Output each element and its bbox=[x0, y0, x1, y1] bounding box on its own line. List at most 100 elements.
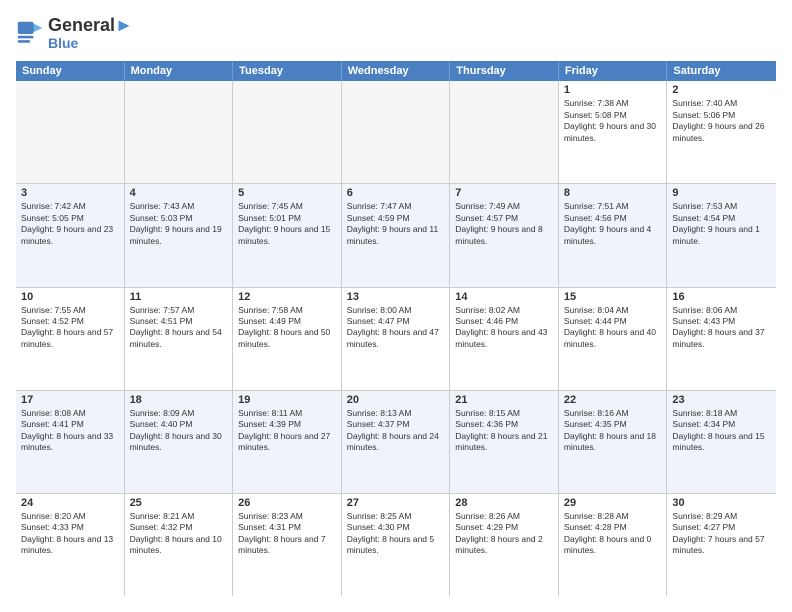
day-number: 15 bbox=[564, 291, 662, 303]
day-info: Sunrise: 8:02 AM Sunset: 4:46 PM Dayligh… bbox=[455, 305, 553, 351]
day-info: Sunrise: 7:58 AM Sunset: 4:49 PM Dayligh… bbox=[238, 305, 336, 351]
day-cell-30: 30Sunrise: 8:29 AM Sunset: 4:27 PM Dayli… bbox=[667, 494, 776, 596]
day-number: 11 bbox=[130, 291, 228, 303]
day-number: 24 bbox=[21, 497, 119, 509]
day-number: 12 bbox=[238, 291, 336, 303]
day-number: 20 bbox=[347, 394, 445, 406]
day-cell-18: 18Sunrise: 8:09 AM Sunset: 4:40 PM Dayli… bbox=[125, 391, 234, 493]
day-info: Sunrise: 8:21 AM Sunset: 4:32 PM Dayligh… bbox=[130, 511, 228, 557]
calendar: SundayMondayTuesdayWednesdayThursdayFrid… bbox=[16, 61, 776, 596]
day-info: Sunrise: 7:55 AM Sunset: 4:52 PM Dayligh… bbox=[21, 305, 119, 351]
day-cell-20: 20 Sunrise: 8:13 AM Sunset: 4:37 PM Dayli… bbox=[342, 391, 451, 493]
weekday-header-monday: Monday bbox=[125, 61, 234, 81]
day-cell-5: 5 Sunrise: 7:45 AM Sunset: 5:01 PM Daylig… bbox=[233, 184, 342, 286]
day-info: Sunrise: 8:28 AM Sunset: 4:28 PM Dayligh… bbox=[564, 511, 662, 557]
day-number: 9 bbox=[672, 187, 771, 199]
day-cell-22: 22Sunrise: 8:16 AM Sunset: 4:35 PM Dayli… bbox=[559, 391, 668, 493]
day-info: Sunrise: 7:45 AM Sunset: 5:01 PM Dayligh… bbox=[238, 201, 336, 247]
day-number: 23 bbox=[672, 394, 771, 406]
day-number: 8 bbox=[564, 187, 662, 199]
day-info: Sunrise: 7:51 AM Sunset: 4:56 PM Dayligh… bbox=[564, 201, 662, 247]
calendar-row-2: 10 Sunrise: 7:55 AM Sunset: 4:52 PM Dayli… bbox=[16, 288, 776, 391]
empty-cell bbox=[233, 81, 342, 183]
day-info: Sunrise: 8:04 AM Sunset: 4:44 PM Dayligh… bbox=[564, 305, 662, 351]
day-cell-23: 23 Sunrise: 8:18 AM Sunset: 4:34 PM Dayli… bbox=[667, 391, 776, 493]
day-cell-21: 21 Sunrise: 8:15 AM Sunset: 4:36 PM Dayli… bbox=[450, 391, 559, 493]
empty-cell bbox=[342, 81, 451, 183]
day-number: 25 bbox=[130, 497, 228, 509]
day-cell-1: 1 Sunrise: 7:38 AM Sunset: 5:08 PM Daylig… bbox=[559, 81, 668, 183]
empty-cell bbox=[125, 81, 234, 183]
day-info: Sunrise: 8:09 AM Sunset: 4:40 PM Dayligh… bbox=[130, 408, 228, 454]
day-cell-2: 2 Sunrise: 7:40 AM Sunset: 5:06 PM Daylig… bbox=[667, 81, 776, 183]
day-cell-15: 15 Sunrise: 8:04 AM Sunset: 4:44 PM Dayli… bbox=[559, 288, 668, 390]
day-info: Sunrise: 7:53 AM Sunset: 4:54 PM Dayligh… bbox=[672, 201, 771, 247]
day-info: Sunrise: 8:16 AM Sunset: 4:35 PM Dayligh… bbox=[564, 408, 662, 454]
day-number: 13 bbox=[347, 291, 445, 303]
day-info: Sunrise: 8:18 AM Sunset: 4:34 PM Dayligh… bbox=[672, 408, 771, 454]
day-cell-6: 6 Sunrise: 7:47 AM Sunset: 4:59 PM Daylig… bbox=[342, 184, 451, 286]
day-cell-17: 17 Sunrise: 8:08 AM Sunset: 4:41 PM Dayli… bbox=[16, 391, 125, 493]
day-info: Sunrise: 7:43 AM Sunset: 5:03 PM Dayligh… bbox=[130, 201, 228, 247]
day-cell-8: 8 Sunrise: 7:51 AM Sunset: 4:56 PM Daylig… bbox=[559, 184, 668, 286]
logo: General► Blue bbox=[16, 16, 133, 51]
day-info: Sunrise: 8:06 AM Sunset: 4:43 PM Dayligh… bbox=[672, 305, 771, 351]
day-info: Sunrise: 7:42 AM Sunset: 5:05 PM Dayligh… bbox=[21, 201, 119, 247]
logo-blue: Blue bbox=[48, 36, 133, 51]
day-info: Sunrise: 8:25 AM Sunset: 4:30 PM Dayligh… bbox=[347, 511, 445, 557]
day-number: 26 bbox=[238, 497, 336, 509]
day-info: Sunrise: 8:26 AM Sunset: 4:29 PM Dayligh… bbox=[455, 511, 553, 557]
day-info: Sunrise: 7:38 AM Sunset: 5:08 PM Dayligh… bbox=[564, 98, 662, 144]
weekday-header-friday: Friday bbox=[559, 61, 668, 81]
day-number: 7 bbox=[455, 187, 553, 199]
day-info: Sunrise: 8:15 AM Sunset: 4:36 PM Dayligh… bbox=[455, 408, 553, 454]
weekday-header-tuesday: Tuesday bbox=[233, 61, 342, 81]
day-cell-7: 7 Sunrise: 7:49 AM Sunset: 4:57 PM Daylig… bbox=[450, 184, 559, 286]
day-cell-9: 9 Sunrise: 7:53 AM Sunset: 4:54 PM Daylig… bbox=[667, 184, 776, 286]
day-cell-4: 4Sunrise: 7:43 AM Sunset: 5:03 PM Daylig… bbox=[125, 184, 234, 286]
day-info: Sunrise: 8:23 AM Sunset: 4:31 PM Dayligh… bbox=[238, 511, 336, 557]
logo-general: General► bbox=[48, 16, 133, 36]
day-number: 6 bbox=[347, 187, 445, 199]
day-info: Sunrise: 7:57 AM Sunset: 4:51 PM Dayligh… bbox=[130, 305, 228, 351]
day-number: 10 bbox=[21, 291, 119, 303]
day-number: 28 bbox=[455, 497, 553, 509]
day-cell-19: 19Sunrise: 8:11 AM Sunset: 4:39 PM Dayli… bbox=[233, 391, 342, 493]
day-info: Sunrise: 8:20 AM Sunset: 4:33 PM Dayligh… bbox=[21, 511, 119, 557]
day-cell-27: 27 Sunrise: 8:25 AM Sunset: 4:30 PM Dayli… bbox=[342, 494, 451, 596]
day-info: Sunrise: 7:47 AM Sunset: 4:59 PM Dayligh… bbox=[347, 201, 445, 247]
day-number: 16 bbox=[672, 291, 771, 303]
day-info: Sunrise: 8:13 AM Sunset: 4:37 PM Dayligh… bbox=[347, 408, 445, 454]
day-number: 14 bbox=[455, 291, 553, 303]
day-info: Sunrise: 7:49 AM Sunset: 4:57 PM Dayligh… bbox=[455, 201, 553, 247]
day-number: 19 bbox=[238, 394, 336, 406]
empty-cell bbox=[16, 81, 125, 183]
day-number: 1 bbox=[564, 84, 662, 96]
day-number: 21 bbox=[455, 394, 553, 406]
day-number: 3 bbox=[21, 187, 119, 199]
empty-cell bbox=[450, 81, 559, 183]
calendar-row-1: 3 Sunrise: 7:42 AM Sunset: 5:05 PM Daylig… bbox=[16, 184, 776, 287]
calendar-header: SundayMondayTuesdayWednesdayThursdayFrid… bbox=[16, 61, 776, 81]
calendar-row-4: 24 Sunrise: 8:20 AM Sunset: 4:33 PM Dayli… bbox=[16, 494, 776, 596]
weekday-header-sunday: Sunday bbox=[16, 61, 125, 81]
day-cell-25: 25 Sunrise: 8:21 AM Sunset: 4:32 PM Dayli… bbox=[125, 494, 234, 596]
day-number: 17 bbox=[21, 394, 119, 406]
day-cell-10: 10 Sunrise: 7:55 AM Sunset: 4:52 PM Dayli… bbox=[16, 288, 125, 390]
weekday-header-saturday: Saturday bbox=[667, 61, 776, 81]
day-number: 29 bbox=[564, 497, 662, 509]
day-number: 2 bbox=[672, 84, 771, 96]
day-cell-13: 13 Sunrise: 8:00 AM Sunset: 4:47 PM Dayli… bbox=[342, 288, 451, 390]
day-cell-12: 12 Sunrise: 7:58 AM Sunset: 4:49 PM Dayli… bbox=[233, 288, 342, 390]
day-cell-26: 26 Sunrise: 8:23 AM Sunset: 4:31 PM Dayli… bbox=[233, 494, 342, 596]
day-cell-28: 28 Sunrise: 8:26 AM Sunset: 4:29 PM Dayli… bbox=[450, 494, 559, 596]
day-info: Sunrise: 7:40 AM Sunset: 5:06 PM Dayligh… bbox=[672, 98, 771, 144]
day-number: 5 bbox=[238, 187, 336, 199]
day-info: Sunrise: 8:08 AM Sunset: 4:41 PM Dayligh… bbox=[21, 408, 119, 454]
calendar-row-0: 1 Sunrise: 7:38 AM Sunset: 5:08 PM Daylig… bbox=[16, 81, 776, 184]
day-number: 27 bbox=[347, 497, 445, 509]
day-cell-24: 24 Sunrise: 8:20 AM Sunset: 4:33 PM Dayli… bbox=[16, 494, 125, 596]
day-info: Sunrise: 8:00 AM Sunset: 4:47 PM Dayligh… bbox=[347, 305, 445, 351]
calendar-body: 1 Sunrise: 7:38 AM Sunset: 5:08 PM Daylig… bbox=[16, 81, 776, 596]
calendar-row-3: 17 Sunrise: 8:08 AM Sunset: 4:41 PM Dayli… bbox=[16, 391, 776, 494]
